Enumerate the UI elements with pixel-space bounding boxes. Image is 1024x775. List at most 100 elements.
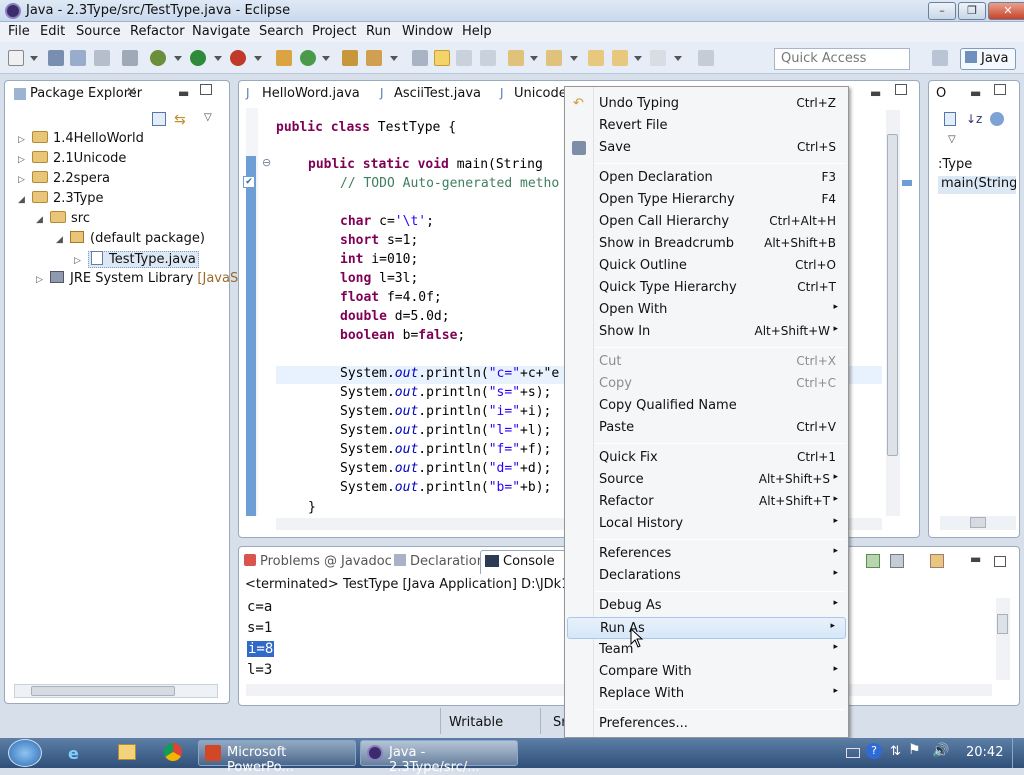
view-menu-icon[interactable]: ▽ [204,112,212,123]
chevron-down-icon[interactable] [570,56,578,61]
package-explorer-tab[interactable]: Package Explorer ✕ [6,82,144,106]
tree-item-src[interactable]: ◢ src [36,211,90,226]
code-line[interactable]: // TODO Auto-generated metho [340,176,559,191]
forward-icon[interactable] [650,50,666,66]
maximize-icon[interactable] [200,84,212,95]
link-editor-icon[interactable]: ⇆ [174,112,190,128]
code-line[interactable]: System.out.println("l="+l); [340,423,551,438]
editor-tab[interactable]: J AsciiTest.java [374,82,494,106]
menu-item-revert-file[interactable]: Revert File [565,115,848,137]
menu-item-show-in[interactable]: Show In Alt+Shift+W ▸ [565,321,848,343]
minimize-button[interactable]: – [928,2,956,20]
menu-item-open-declaration[interactable]: Open Declaration F3 [565,167,848,189]
previous-annotation-icon[interactable] [546,50,562,66]
outline-item-selected[interactable]: main(String[ [938,176,1016,194]
code-line[interactable]: System.out.println("d="+d); [340,461,551,476]
pin-console-icon[interactable] [866,554,880,568]
new-java-project-icon[interactable] [276,50,292,66]
new-class-icon[interactable] [300,50,316,66]
horizontal-scrollbar[interactable] [14,684,218,698]
tree-item-file[interactable]: ▷ TestType.java [74,251,199,268]
menu-item-run-as[interactable]: Run As ▸ [567,617,846,639]
menu-item-quick-fix[interactable]: Quick Fix Ctrl+1 [565,447,848,469]
code-line[interactable]: System.out.println("s="+s); [340,385,551,400]
print-icon[interactable] [94,50,110,66]
maximize-button[interactable]: ❐ [958,2,986,20]
menu-project[interactable]: Project [312,24,356,39]
open-console-icon[interactable] [930,554,944,568]
code-line[interactable]: System.out.println("b="+b); [340,480,551,495]
save-icon[interactable] [48,50,64,66]
chevron-down-icon[interactable] [254,56,262,61]
debug-icon[interactable] [150,50,166,66]
network-icon[interactable]: ⇅ [890,744,901,759]
collapse-all-icon[interactable] [152,112,166,126]
taskbar-eclipse[interactable]: Java - 2.3Type/src/... [360,740,518,775]
menu-item-compare-with[interactable]: Compare With ▸ [565,661,848,683]
block-selection-icon[interactable] [456,50,472,66]
code-line[interactable]: float f=4.0f; [340,290,442,305]
menu-item-replace-with[interactable]: Replace With ▸ [565,683,848,705]
code-line[interactable]: long l=3l; [340,271,418,286]
tree-item-project[interactable]: ▷ 1.4HelloWorld [18,131,144,146]
tab-declaration[interactable]: Declaration [394,554,485,569]
menu-item-open-type-hierarchy[interactable]: Open Type Hierarchy F4 [565,189,848,211]
menu-item-source[interactable]: Source Alt+Shift+S ▸ [565,469,848,491]
internet-explorer-icon[interactable]: e [68,744,88,763]
chevron-down-icon[interactable] [30,56,38,61]
new-icon[interactable] [8,50,24,66]
quick-access-field[interactable]: Quick Access [774,48,910,70]
volume-icon[interactable]: 🔊 [932,743,949,759]
show-desktop-button[interactable] [1012,738,1024,768]
horizontal-scrollbar[interactable] [940,516,1016,530]
pin-icon[interactable] [698,50,714,66]
chevron-down-icon[interactable] [322,56,330,61]
task-icon[interactable]: ✔ [243,176,255,188]
flag-icon[interactable]: ⚑ [908,742,921,758]
whitespace-icon[interactable] [480,50,496,66]
chevron-down-icon[interactable] [390,56,398,61]
maximize-icon[interactable] [994,556,1006,567]
fold-icon[interactable]: ⊖ [262,156,271,169]
menu-item-copy-qualified-name[interactable]: Copy Qualified Name [565,395,848,417]
menu-item-references[interactable]: References ▸ [565,543,848,565]
toggle-mark-occurrences-icon[interactable] [412,50,428,66]
file-explorer-icon[interactable] [118,744,136,760]
menu-navigate[interactable]: Navigate [192,24,250,39]
menu-source[interactable]: Source [76,24,121,39]
skip-breakpoints-icon[interactable] [122,50,138,66]
code-line[interactable]: System.out.println("c="+c+"e [340,366,559,381]
minimize-icon[interactable]: ▬ [970,552,981,566]
editor-tab[interactable]: J HelloWord.java [240,82,360,106]
menu-item-open-with[interactable]: Open With ▸ [565,299,848,321]
chevron-down-icon[interactable] [214,56,222,61]
close-icon[interactable]: ✕ [126,85,137,100]
chevron-down-icon[interactable] [674,56,682,61]
code-line[interactable]: short s=1; [340,233,418,248]
menu-item-debug-as[interactable]: Debug As ▸ [565,595,848,617]
menu-item-refactor[interactable]: Refactor Alt+Shift+T ▸ [565,491,848,513]
menu-edit[interactable]: Edit [40,24,65,39]
tree-item-project[interactable]: ▷ 2.1Unicode [18,151,126,166]
vertical-scrollbar[interactable] [996,598,1010,680]
keyboard-icon[interactable] [846,748,860,758]
next-annotation-icon[interactable] [508,50,524,66]
tab-console[interactable]: Console [480,550,566,574]
menu-run[interactable]: Run [366,24,391,39]
tree-item-project[interactable]: ▷ 2.2spera [18,171,110,186]
tree-item-project[interactable]: ◢ 2.3Type [18,191,104,206]
tree-item-jre[interactable]: ▷ JRE System Library [JavaS [36,271,238,286]
menu-item-save[interactable]: Save Ctrl+S [565,137,848,159]
close-button[interactable]: ✕ [988,2,1024,20]
collapse-all-icon[interactable] [944,112,956,126]
open-type-icon[interactable] [342,50,358,66]
taskbar-powerpoint[interactable]: Microsoft PowerPo... [198,740,356,775]
menu-item-team[interactable]: Team ▸ [565,639,848,661]
hide-fields-icon[interactable] [990,112,1004,126]
view-menu-icon[interactable]: ▽ [948,134,956,145]
help-icon[interactable]: ? [866,743,882,759]
maximize-icon[interactable] [895,84,907,95]
sort-icon[interactable]: ↓z [966,112,982,126]
menu-item-preferences[interactable]: Preferences... [565,713,848,735]
outline-tab[interactable]: O [936,86,946,101]
